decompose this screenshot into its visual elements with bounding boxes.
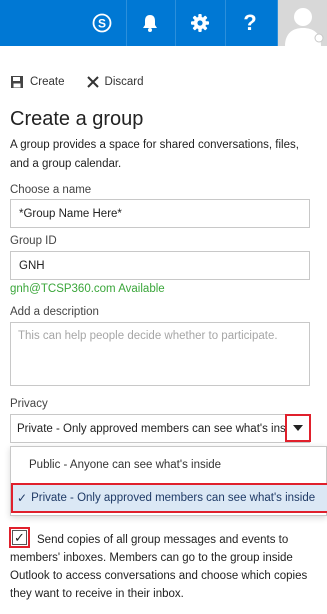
svg-text:S: S: [98, 17, 106, 31]
privacy-options-menu: Public - Anyone can see what's inside ✓ …: [10, 446, 327, 516]
privacy-label: Privacy: [10, 398, 48, 410]
save-icon: [11, 76, 23, 88]
group-id-label: Group ID: [10, 235, 57, 247]
privacy-dropdown-button[interactable]: [285, 414, 311, 442]
name-label: Choose a name: [10, 184, 92, 196]
top-bar: S ?: [0, 0, 327, 46]
create-button[interactable]: Create: [10, 75, 65, 89]
command-bar: Create Discard: [10, 72, 166, 92]
group-id-input[interactable]: GNH: [10, 251, 310, 280]
option-label: Private - Only approved members can see …: [31, 492, 316, 504]
create-label: Create: [30, 76, 65, 88]
help-icon[interactable]: ?: [226, 0, 274, 46]
close-icon: [86, 76, 99, 88]
privacy-option-private[interactable]: ✓ Private - Only approved members can se…: [11, 483, 327, 513]
discard-label: Discard: [104, 76, 144, 88]
page-title: Create a group: [10, 108, 144, 130]
avatar[interactable]: [278, 0, 327, 46]
availability-status: gnh@TCSP360.com Available: [10, 283, 165, 295]
gear-icon[interactable]: [176, 0, 224, 46]
bell-icon[interactable]: [126, 0, 174, 46]
page-description: A group provides a space for shared conv…: [10, 139, 299, 170]
privacy-select[interactable]: Private - Only approved members can see …: [10, 414, 310, 443]
chevron-down-icon: [293, 425, 303, 431]
send-copies-description: Send copies of all group messages and ev…: [10, 534, 308, 600]
option-label: Public - Anyone can see what's inside: [29, 459, 222, 471]
discard-button[interactable]: Discard: [86, 76, 144, 88]
skype-icon[interactable]: S: [78, 0, 126, 46]
privacy-option-public[interactable]: Public - Anyone can see what's inside: [11, 451, 327, 479]
check-icon: ✓: [17, 491, 28, 505]
description-textarea[interactable]: This can help people decide whether to p…: [10, 322, 310, 386]
description-label: Add a description: [10, 306, 99, 318]
group-name-input[interactable]: *Group Name Here*: [10, 199, 310, 228]
